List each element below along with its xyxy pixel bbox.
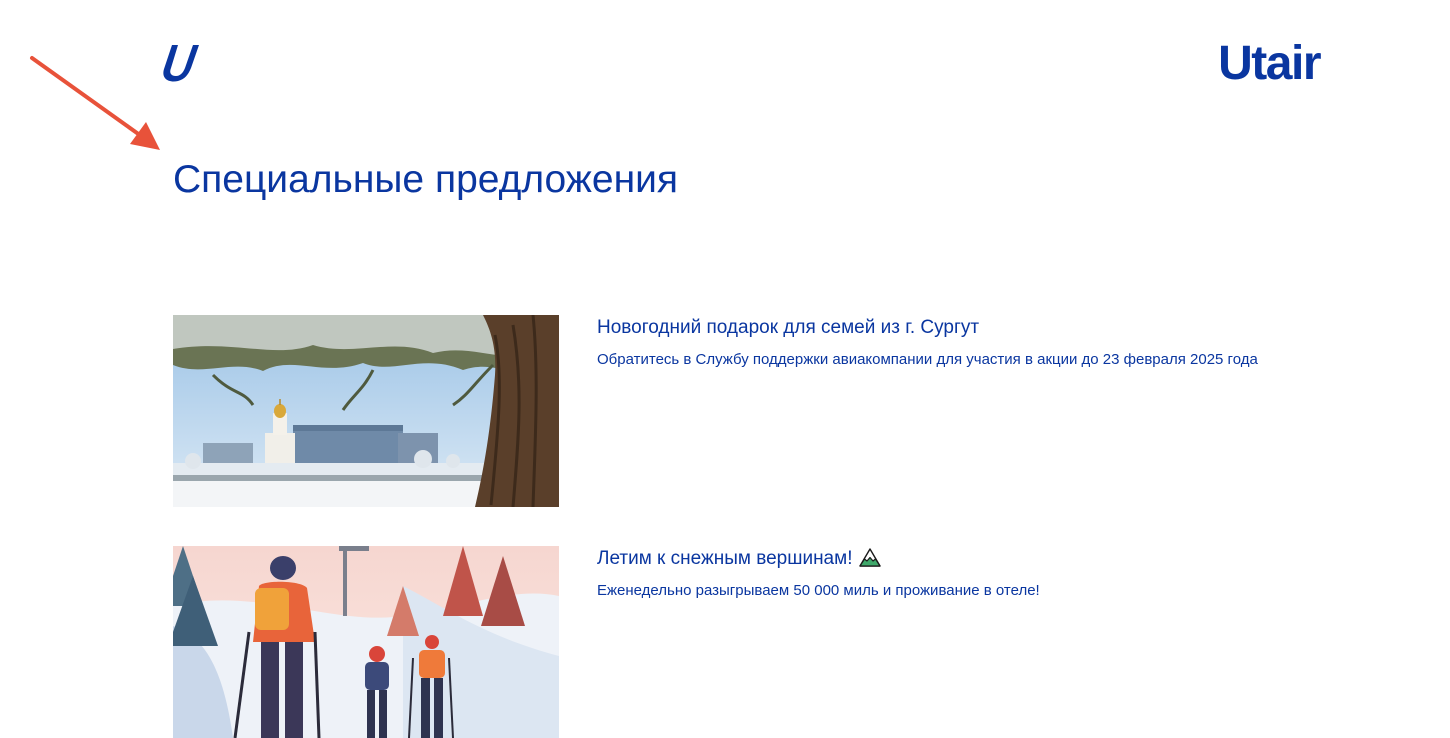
snowy-mountain-icon: [859, 548, 882, 567]
offer-image-family-skiing[interactable]: [173, 546, 559, 738]
offer-card: Летим к снежным вершинам! Еженедельно ра…: [173, 546, 1313, 738]
offer-card: Новогодний подарок для семей из г. Сургу…: [173, 315, 1313, 507]
offer-description: Обратитесь в Службу поддержки авиакомпан…: [597, 351, 1258, 368]
page-title: Специальные предложения: [173, 158, 679, 201]
offer-title[interactable]: Летим к снежным вершинам!: [597, 547, 882, 571]
red-arrow-icon: [30, 56, 160, 150]
offer-description: Еженедельно разыгрываем 50 000 миль и пр…: [597, 582, 1040, 599]
offer-title[interactable]: Новогодний подарок для семей из г. Сургу…: [597, 316, 979, 340]
brand-name[interactable]: Utair: [1218, 36, 1321, 92]
offer-title-text: Летим к снежным вершинам!: [597, 548, 853, 569]
offer-image-winter-city[interactable]: [173, 315, 559, 507]
